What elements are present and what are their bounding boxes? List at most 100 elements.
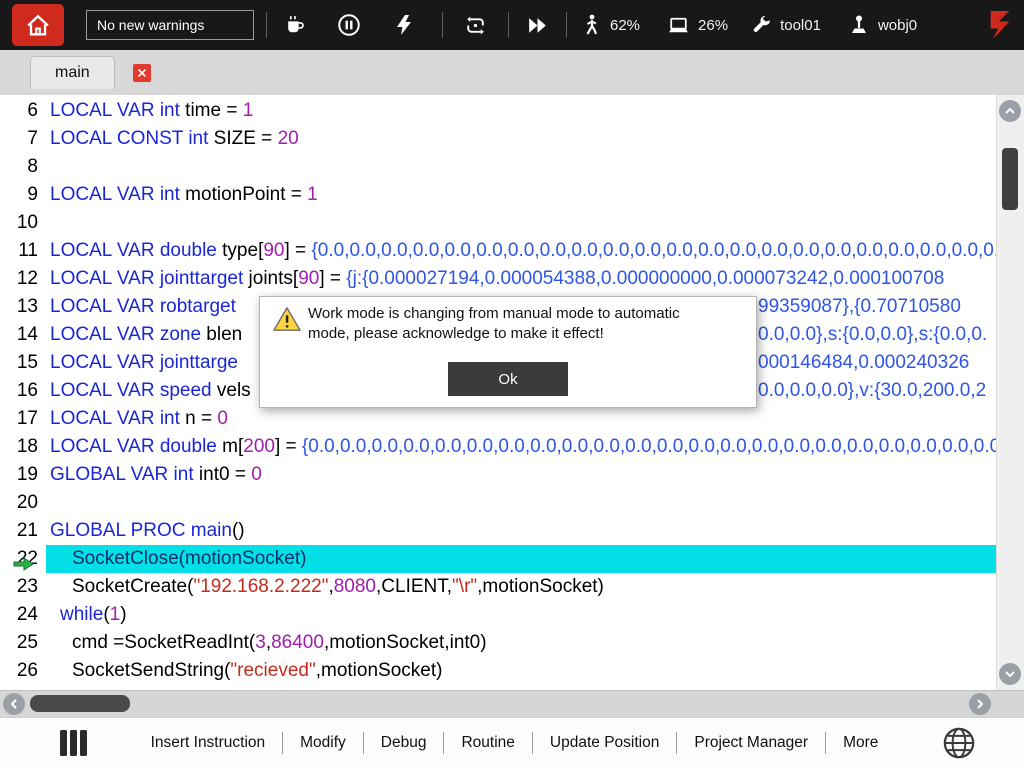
line-number: 15 <box>0 349 46 377</box>
tool-value: tool01 <box>780 17 821 34</box>
top-status-bar: No new warnings <box>0 0 1024 50</box>
line-number: 17 <box>0 405 46 433</box>
code-line-22[interactable]: 22SocketClose(motionSocket) <box>0 545 996 573</box>
line-number: 18 <box>0 433 46 461</box>
pause-icon <box>336 12 362 38</box>
code-line-25[interactable]: 25cmd =SocketReadInt(3,86400,motionSocke… <box>0 629 996 657</box>
warning-triangle-icon <box>272 305 302 338</box>
scroll-up-button[interactable] <box>999 100 1021 122</box>
chevron-left-icon <box>7 697 21 711</box>
loop-icon <box>463 13 488 38</box>
separator <box>442 12 443 38</box>
code-line-6[interactable]: 6LOCAL VAR int time = 1 <box>0 97 996 125</box>
status-message-box[interactable]: No new warnings <box>86 10 254 40</box>
line-number: 7 <box>0 125 46 153</box>
code-line-10[interactable]: 10 <box>0 209 996 237</box>
menu-item-insert-instruction[interactable]: Insert Instruction <box>134 734 283 752</box>
code-line-26[interactable]: 26SocketSendString("recieved",motionSock… <box>0 657 996 685</box>
code-line-18[interactable]: 18LOCAL VAR double m[200] = {0.0,0.0,0.0… <box>0 433 996 461</box>
menu-item-project-manager[interactable]: Project Manager <box>677 734 825 752</box>
code-line-21[interactable]: 21GLOBAL PROC main() <box>0 517 996 545</box>
home-button[interactable] <box>12 4 64 46</box>
wrench-icon <box>750 14 773 37</box>
walking-person-icon <box>579 13 603 37</box>
chevron-up-icon <box>1003 104 1017 118</box>
wobj-value: wobj0 <box>878 17 917 34</box>
menu-item-modify[interactable]: Modify <box>283 734 363 752</box>
tool-indicator[interactable]: tool01 <box>750 14 821 37</box>
code-text: GLOBAL VAR int int0 = 0 <box>46 461 996 489</box>
scroll-left-button[interactable] <box>3 693 25 715</box>
code-text: LOCAL VAR double type[90] = {0.0,0.0,0.0… <box>46 237 996 265</box>
line-number: 12 <box>0 265 46 293</box>
menu-item-debug[interactable]: Debug <box>364 734 444 752</box>
code-line-17[interactable]: 17LOCAL VAR int n = 0 <box>0 405 996 433</box>
pause-button[interactable] <box>336 12 362 38</box>
code-text: LOCAL VAR int time = 1 <box>46 97 996 125</box>
code-text: LOCAL CONST int SIZE = 20 <box>46 125 996 153</box>
lightning-icon <box>392 13 416 37</box>
code-text: SocketSendString("recieved",motionSocket… <box>46 657 996 685</box>
menu-item-update-position[interactable]: Update Position <box>533 734 676 752</box>
code-line-11[interactable]: 11LOCAL VAR double type[90] = {0.0,0.0,0… <box>0 237 996 265</box>
line-number: 9 <box>0 181 46 209</box>
code-text: SocketCreate("192.168.2.222",8080,CLIENT… <box>46 573 996 601</box>
line-number: 8 <box>0 153 46 181</box>
teach-pendant-screen: No new warnings <box>0 0 1024 768</box>
lightning-button[interactable] <box>392 13 416 37</box>
separator <box>566 12 567 38</box>
globe-icon <box>942 726 976 760</box>
tab-bar: main <box>0 50 1024 95</box>
line-number: 20 <box>0 489 46 517</box>
home-icon <box>24 11 52 39</box>
close-icon <box>136 67 148 79</box>
code-line-19[interactable]: 19GLOBAL VAR int int0 = 0 <box>0 461 996 489</box>
menu-item-more[interactable]: More <box>826 734 895 752</box>
code-line-23[interactable]: 23SocketCreate("192.168.2.222",8080,CLIE… <box>0 573 996 601</box>
code-line-12[interactable]: 12LOCAL VAR jointtarget joints[90] = {j:… <box>0 265 996 293</box>
monitor-indicator[interactable]: 26% <box>666 13 728 38</box>
vertical-scrollbar-thumb[interactable] <box>1002 148 1018 210</box>
code-line-20[interactable]: 20 <box>0 489 996 517</box>
line-number: 16 <box>0 377 46 405</box>
speed-value: 62% <box>610 17 640 34</box>
wobj-indicator[interactable]: wobj0 <box>847 13 917 37</box>
status-message: No new warnings <box>97 17 204 33</box>
code-line-8[interactable]: 8 <box>0 153 996 181</box>
ok-button[interactable]: Ok <box>448 362 568 396</box>
bottom-menu-bar: Insert InstructionModifyDebugRoutineUpda… <box>0 717 1024 768</box>
code-line-7[interactable]: 7LOCAL CONST int SIZE = 20 <box>0 125 996 153</box>
line-number: 22 <box>0 545 46 573</box>
cup-icon <box>283 13 308 38</box>
loop-button[interactable] <box>463 13 488 38</box>
line-number: 10 <box>0 209 46 237</box>
horizontal-scrollbar-track[interactable] <box>0 690 1024 717</box>
tab-main[interactable]: main <box>30 56 115 89</box>
work-mode-dialog: Work mode is changing from manual mode t… <box>259 296 757 408</box>
line-number: 13 <box>0 293 46 321</box>
brand-logo-icon <box>986 8 1014 42</box>
scroll-down-button[interactable] <box>999 663 1021 685</box>
speed-indicator[interactable]: 62% <box>579 13 640 37</box>
horizontal-scrollbar-thumb[interactable] <box>30 695 130 712</box>
joystick-icon <box>847 13 871 37</box>
menu-item-routine[interactable]: Routine <box>444 734 531 752</box>
language-button[interactable] <box>942 726 976 760</box>
chevron-right-icon <box>973 697 987 711</box>
line-number: 19 <box>0 461 46 489</box>
code-text: GLOBAL PROC main() <box>46 517 996 545</box>
vertical-scrollbar-track[interactable] <box>996 95 1024 690</box>
line-number: 23 <box>0 573 46 601</box>
tab-label: main <box>55 64 90 82</box>
close-tab-button[interactable] <box>133 64 151 82</box>
code-line-9[interactable]: 9LOCAL VAR int motionPoint = 1 <box>0 181 996 209</box>
instruction-list-button[interactable] <box>60 730 87 756</box>
cup-button[interactable] <box>283 13 308 38</box>
code-line-24[interactable]: 24while(1) <box>0 601 996 629</box>
line-number: 21 <box>0 517 46 545</box>
selected-code-text: SocketClose(motionSocket) <box>46 545 996 573</box>
scroll-right-button[interactable] <box>969 693 991 715</box>
fast-forward-button[interactable] <box>525 13 550 38</box>
separator <box>508 12 509 38</box>
fast-forward-icon <box>525 13 550 38</box>
